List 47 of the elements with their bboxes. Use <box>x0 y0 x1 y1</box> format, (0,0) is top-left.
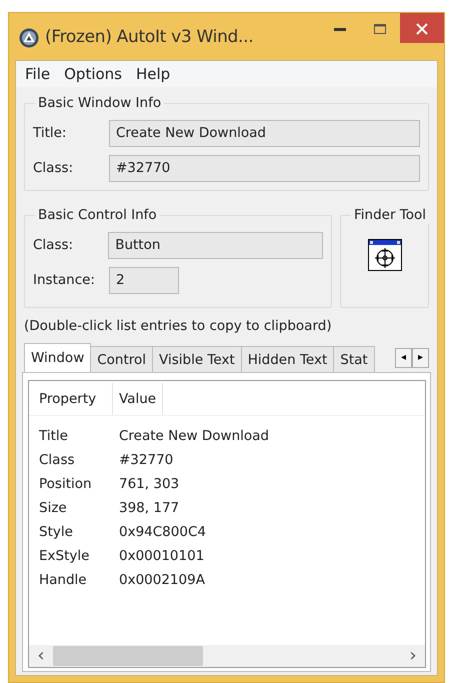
field-label: Class: <box>33 236 74 256</box>
menu-item[interactable]: Options <box>59 63 127 85</box>
field-label: Class: <box>33 159 74 178</box>
table-cell-text: Create New Download <box>118 427 269 446</box>
hint-text: (Double-click list entries to copy to clipboard) <box>24 317 333 336</box>
field-label: Title: <box>33 124 68 144</box>
table-cell-text: Handle <box>38 571 88 590</box>
tab-scroll-left-button[interactable]: ◂ <box>395 348 412 368</box>
app-logo-icon <box>19 28 39 48</box>
scroll-left-button[interactable]: ‹ <box>29 646 53 666</box>
horizontal-scrollbar[interactable]: ‹ › <box>29 645 425 667</box>
table-cell-text: 0x0002109A <box>118 571 205 590</box>
field-label: Instance: <box>33 271 96 290</box>
menu-item[interactable]: File <box>20 63 56 85</box>
tab-scroll-right-button[interactable]: ▸ <box>412 348 429 368</box>
close-icon <box>416 22 428 35</box>
table-cell-text: 0x94C800C4 <box>118 523 206 542</box>
text-field[interactable]: Button <box>108 232 323 259</box>
minimize-icon <box>334 26 346 31</box>
tab[interactable]: Stat <box>333 346 375 372</box>
table-cell-text: Style <box>38 523 74 542</box>
table-cell-text: Size <box>38 499 68 518</box>
column-header[interactable]: Property <box>29 383 113 416</box>
text-field[interactable]: 2 <box>109 267 179 294</box>
text-field[interactable]: #32770 <box>109 155 420 182</box>
maximize-icon <box>374 24 386 34</box>
table-cell-text: 398, 177 <box>118 499 180 518</box>
window-title: (Frozen) AutoIt v3 Wind... <box>45 26 254 49</box>
table-cell-text: 761, 303 <box>118 475 180 494</box>
tab[interactable]: Control <box>90 346 154 372</box>
scrollbar-thumb[interactable] <box>53 646 203 666</box>
table-cell-text: 0x00010101 <box>118 547 204 566</box>
table-cell-text: Position <box>38 475 93 494</box>
table-cell-text: ExStyle <box>38 547 90 566</box>
crosshair-target-icon[interactable] <box>368 239 402 271</box>
scroll-right-button[interactable]: › <box>401 646 425 666</box>
tab[interactable]: Hidden Text <box>240 346 334 372</box>
table-cell-text: #32770 <box>118 451 174 470</box>
table-cell-text: Class <box>38 451 76 470</box>
column-header[interactable]: Value <box>113 383 164 416</box>
text-field[interactable]: Create New Download <box>109 120 420 147</box>
tab[interactable]: Window <box>24 343 92 372</box>
close-button[interactable] <box>400 13 444 43</box>
table-cell-text: Title <box>38 427 69 446</box>
tab[interactable]: Visible Text <box>152 346 242 372</box>
group-title: Finder Tool <box>351 206 430 224</box>
menu-item[interactable]: Help <box>131 63 176 85</box>
